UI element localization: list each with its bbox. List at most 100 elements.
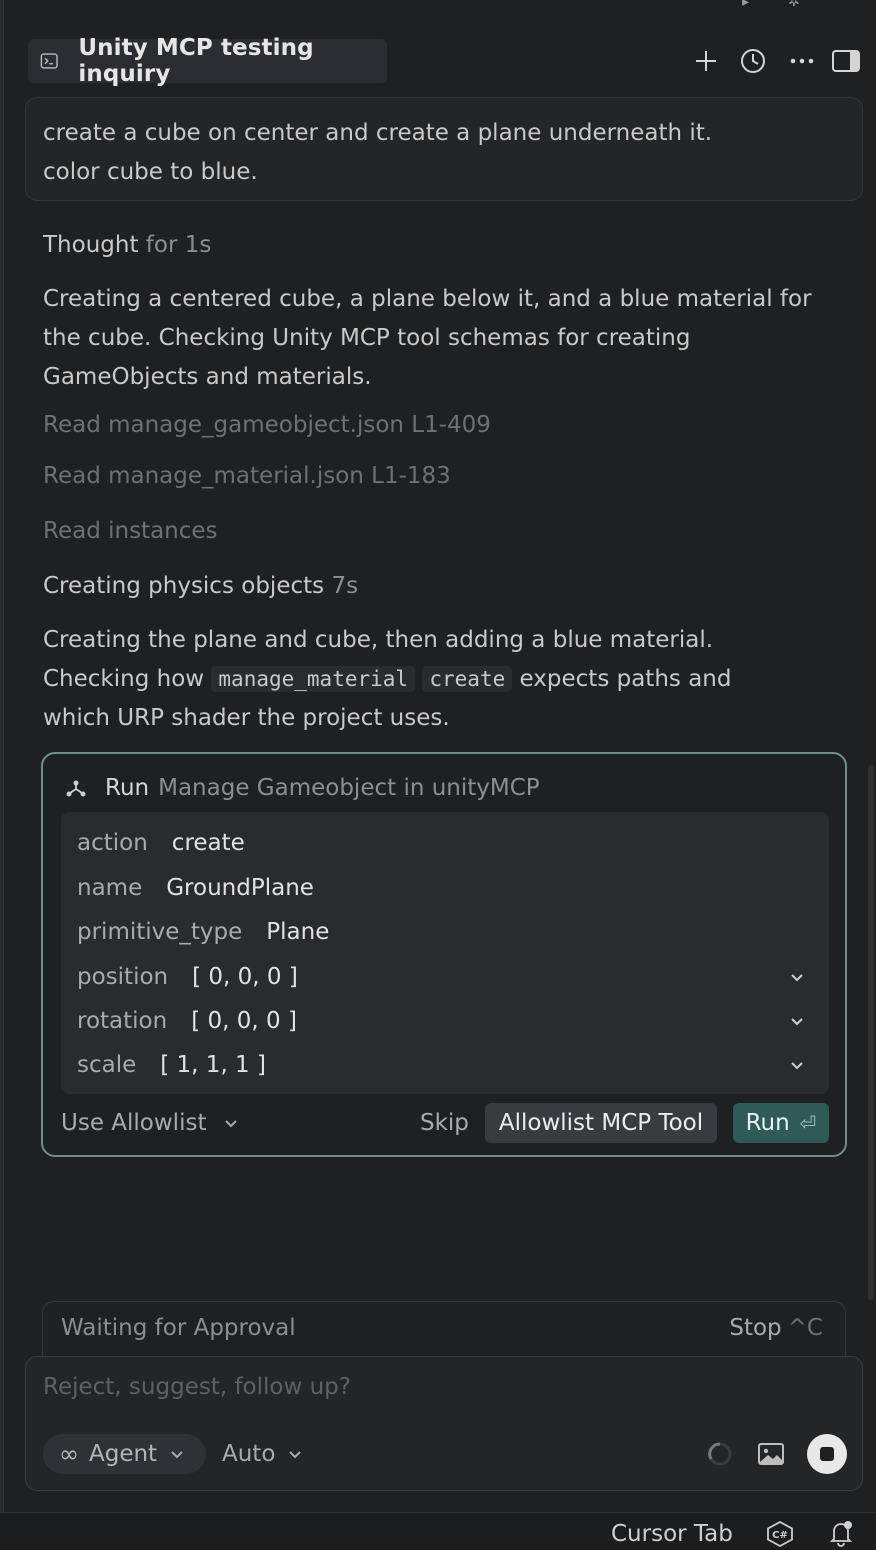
user-message[interactable]: create a cube on center and create a pla… bbox=[25, 97, 863, 201]
skip-button[interactable]: Skip bbox=[420, 1102, 469, 1144]
stop-label: Stop bbox=[729, 1315, 782, 1341]
plus-icon bbox=[696, 51, 716, 71]
top-gear-icon: ✲ bbox=[788, 0, 800, 10]
clock-icon bbox=[741, 49, 765, 73]
tool-description: Manage Gameobject in unityMCP bbox=[158, 775, 540, 801]
history-button[interactable] bbox=[737, 45, 769, 77]
enter-key-icon: ⏎ bbox=[799, 1111, 817, 1135]
chevron-down-icon[interactable] bbox=[787, 1011, 807, 1031]
mcp-hub-icon bbox=[66, 780, 86, 797]
read-verb: Read bbox=[43, 518, 101, 544]
loading-spinner-icon bbox=[708, 1442, 732, 1466]
sidebar-toggle-icon bbox=[832, 50, 860, 72]
cursor-tab-status[interactable]: Cursor Tab bbox=[611, 1521, 733, 1547]
stop-square-icon bbox=[820, 1447, 834, 1461]
param-row-action: action create bbox=[77, 823, 813, 863]
paragraph-1-line-3: GameObjects and materials. bbox=[43, 364, 372, 390]
inline-code-create: create bbox=[422, 666, 513, 692]
mode-selector[interactable]: ∞ Agent bbox=[43, 1434, 206, 1474]
paragraph-2-line-2: Checking how manage_material create expe… bbox=[43, 660, 843, 699]
stop-shortcut: ^C bbox=[787, 1315, 823, 1341]
thought-duration: for 1s bbox=[145, 232, 212, 258]
left-edge-border bbox=[0, 0, 4, 1512]
notification-bell-icon[interactable] bbox=[828, 1519, 854, 1547]
scrollbar-thumb[interactable] bbox=[868, 765, 874, 1300]
thought-toggle[interactable]: Thought for 1s bbox=[43, 232, 211, 258]
paragraph-2-text-a: Checking how bbox=[43, 666, 205, 692]
user-message-line-2: color cube to blue. bbox=[43, 159, 258, 185]
use-allowlist-label: Use Allowlist bbox=[61, 1110, 207, 1136]
tool-call-card: Run Manage Gameobject in unityMCP action… bbox=[41, 752, 847, 1157]
paragraph-2-text-b: expects paths and bbox=[519, 666, 732, 692]
chat-composer: Reject, suggest, follow up? ∞ Agent Auto bbox=[25, 1356, 863, 1491]
param-value: [ 1, 1, 1 ] bbox=[160, 1052, 266, 1078]
param-value: Plane bbox=[266, 919, 330, 945]
chat-header: Unity MCP testing inquiry bbox=[28, 35, 860, 87]
more-options-button[interactable] bbox=[786, 45, 818, 77]
paragraph-2-line-1: Creating the plane and cube, then adding… bbox=[43, 627, 714, 653]
thought-label: Thought bbox=[43, 232, 139, 258]
chevron-down-icon[interactable] bbox=[787, 1055, 807, 1075]
stop-generation-button[interactable] bbox=[807, 1434, 847, 1474]
status-bar: Cursor Tab C# bbox=[0, 1512, 876, 1550]
tool-call-header: Run Manage Gameobject in unityMCP bbox=[65, 772, 540, 804]
param-key: name bbox=[77, 875, 143, 901]
param-row-scale[interactable]: scale [ 1, 1, 1 ] bbox=[77, 1045, 813, 1085]
run-tool-button[interactable]: Run ⏎ bbox=[733, 1103, 829, 1143]
read-step-1[interactable]: Read manage_gameobject.json L1-409 bbox=[43, 412, 491, 438]
composer-input[interactable]: Reject, suggest, follow up? bbox=[43, 1374, 351, 1400]
waiting-label: Waiting for Approval bbox=[61, 1315, 296, 1341]
param-value: GroundPlane bbox=[166, 875, 314, 901]
top-partial-icon: ▸ bbox=[742, 0, 750, 10]
stop-button[interactable]: Stop ^C bbox=[729, 1315, 823, 1341]
top-strip: ▸ ✲ bbox=[0, 0, 876, 10]
allowlist-mcp-tool-button[interactable]: Allowlist MCP Tool bbox=[485, 1103, 717, 1143]
tool-params-panel: action create name GroundPlane primitive… bbox=[61, 812, 829, 1094]
paragraph-1-line-2: the cube. Checking Unity MCP tool schema… bbox=[43, 325, 691, 351]
new-chat-button[interactable] bbox=[690, 45, 722, 77]
assistant-paragraph-2: Creating the plane and cube, then adding… bbox=[43, 621, 843, 738]
mode-label: Agent bbox=[89, 1441, 158, 1467]
use-allowlist-select[interactable]: Use Allowlist bbox=[61, 1102, 240, 1144]
user-message-line-1: create a cube on center and create a pla… bbox=[43, 120, 713, 146]
param-value: [ 0, 0, 0 ] bbox=[191, 1008, 297, 1034]
param-key: rotation bbox=[77, 1008, 168, 1034]
param-row-name: name GroundPlane bbox=[77, 868, 813, 908]
read-step-3[interactable]: Read instances bbox=[43, 518, 218, 544]
image-attach-icon[interactable] bbox=[757, 1441, 785, 1467]
model-label: Auto bbox=[222, 1441, 276, 1467]
paragraph-1-line-1: Creating a centered cube, a plane below … bbox=[43, 286, 812, 312]
param-key: primitive_type bbox=[77, 919, 243, 945]
toggle-panel-button[interactable] bbox=[830, 45, 862, 77]
paragraph-2-line-3: which URP shader the project uses. bbox=[43, 705, 450, 731]
param-key: action bbox=[77, 830, 148, 856]
chevron-down-icon bbox=[225, 1120, 238, 1128]
run-label: Run bbox=[745, 1110, 790, 1136]
read-target: manage_material.json L1-183 bbox=[108, 463, 451, 489]
assistant-paragraph-1: Creating a centered cube, a plane below … bbox=[43, 280, 843, 397]
param-row-rotation[interactable]: rotation [ 0, 0, 0 ] bbox=[77, 1001, 813, 1041]
csharp-icon[interactable]: C# bbox=[766, 1521, 794, 1547]
read-target: instances bbox=[108, 518, 218, 544]
tool-call-actions: Use Allowlist Skip Allowlist MCP Tool Ru… bbox=[43, 1102, 845, 1144]
approval-status-bar: Waiting for Approval Stop ^C bbox=[42, 1301, 846, 1357]
read-verb: Read bbox=[43, 412, 101, 438]
chat-title: Unity MCP testing inquiry bbox=[78, 35, 314, 87]
read-verb: Read bbox=[43, 463, 101, 489]
param-row-primitive-type: primitive_type Plane bbox=[77, 912, 813, 952]
chevron-down-icon[interactable] bbox=[787, 967, 807, 987]
section-title: Creating physics objects bbox=[43, 573, 325, 599]
param-value: [ 0, 0, 0 ] bbox=[192, 964, 298, 990]
section-toggle[interactable]: Creating physics objects 7s bbox=[43, 573, 358, 599]
param-key: position bbox=[77, 964, 169, 990]
inline-code-manage-material: manage_material bbox=[211, 666, 416, 692]
read-step-2[interactable]: Read manage_material.json L1-183 bbox=[43, 463, 451, 489]
svg-text:C#: C# bbox=[772, 1530, 788, 1541]
chevron-down-icon bbox=[171, 1451, 183, 1459]
chat-title-tab[interactable]: Unity MCP testing inquiry bbox=[28, 35, 387, 87]
model-selector[interactable]: Auto bbox=[222, 1434, 303, 1474]
tool-run-word: Run bbox=[105, 775, 150, 801]
infinity-icon: ∞ bbox=[59, 1440, 79, 1468]
chevron-down-icon bbox=[289, 1451, 302, 1459]
param-row-position[interactable]: position [ 0, 0, 0 ] bbox=[77, 957, 813, 997]
